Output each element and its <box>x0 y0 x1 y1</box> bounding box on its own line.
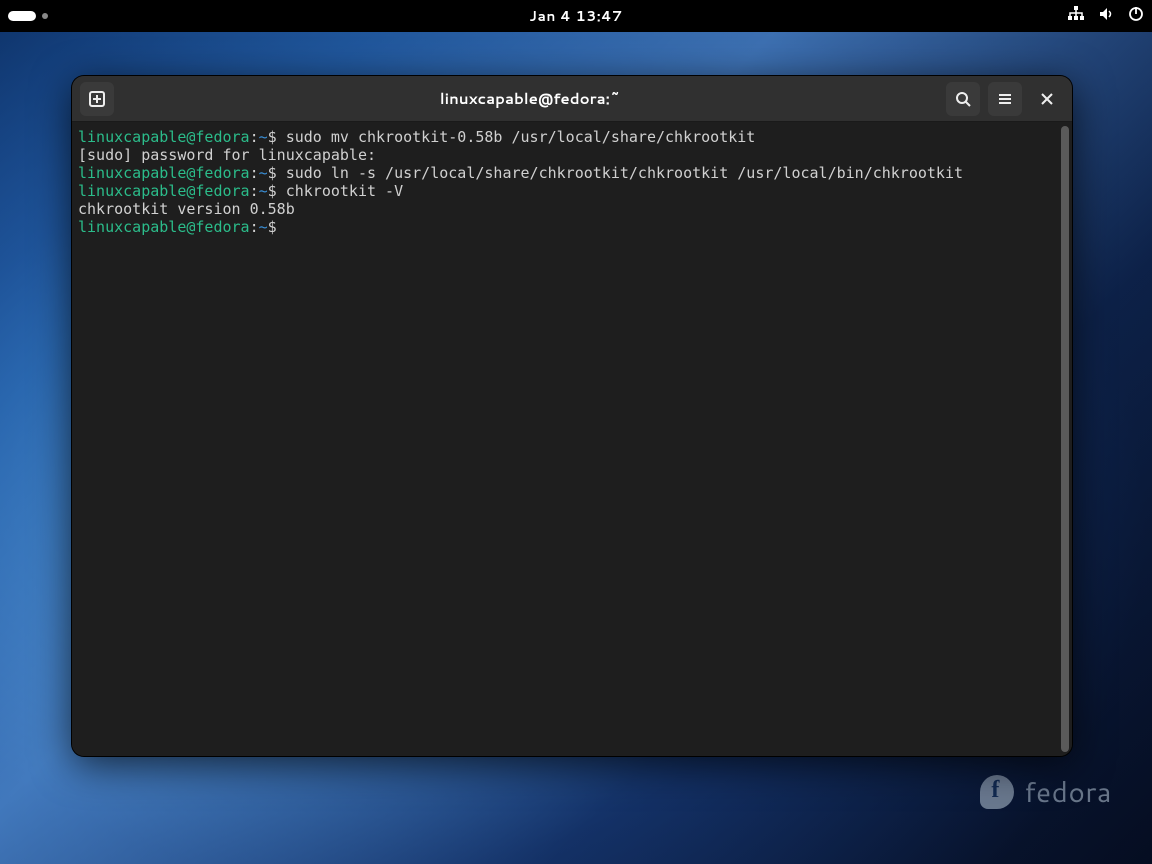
window-title: linuxcapable@fedora:~ <box>114 88 946 109</box>
terminal-output[interactable]: linuxcapable@fedora:~$ sudo mv chkrootki… <box>78 128 1064 236</box>
scrollbar[interactable] <box>1061 126 1069 752</box>
fedora-logo-icon <box>980 775 1014 809</box>
terminal-viewport[interactable]: linuxcapable@fedora:~$ sudo mv chkrootki… <box>72 122 1072 756</box>
close-icon <box>1040 92 1054 106</box>
hamburger-icon <box>997 91 1013 107</box>
plus-icon <box>89 91 105 107</box>
fedora-wordmark: fedora <box>1024 772 1112 812</box>
system-status-area[interactable] <box>1068 6 1144 27</box>
clock[interactable]: Jan 4 13:47 <box>529 6 622 26</box>
fedora-watermark: fedora <box>980 772 1112 812</box>
new-tab-button[interactable] <box>80 82 114 116</box>
activities-dot-icon <box>42 13 48 19</box>
power-icon <box>1128 6 1144 27</box>
network-icon <box>1068 6 1084 27</box>
gnome-top-panel: Jan 4 13:47 <box>0 0 1152 32</box>
terminal-titlebar[interactable]: linuxcapable@fedora:~ <box>72 76 1072 122</box>
volume-icon <box>1098 6 1114 27</box>
close-button[interactable] <box>1030 82 1064 116</box>
terminal-window: linuxcapable@fedora:~ linuxcapable@fedor… <box>72 76 1072 756</box>
activities-button[interactable] <box>8 11 48 21</box>
search-button[interactable] <box>946 82 980 116</box>
activities-pill-icon <box>8 11 36 21</box>
menu-button[interactable] <box>988 82 1022 116</box>
search-icon <box>955 91 971 107</box>
